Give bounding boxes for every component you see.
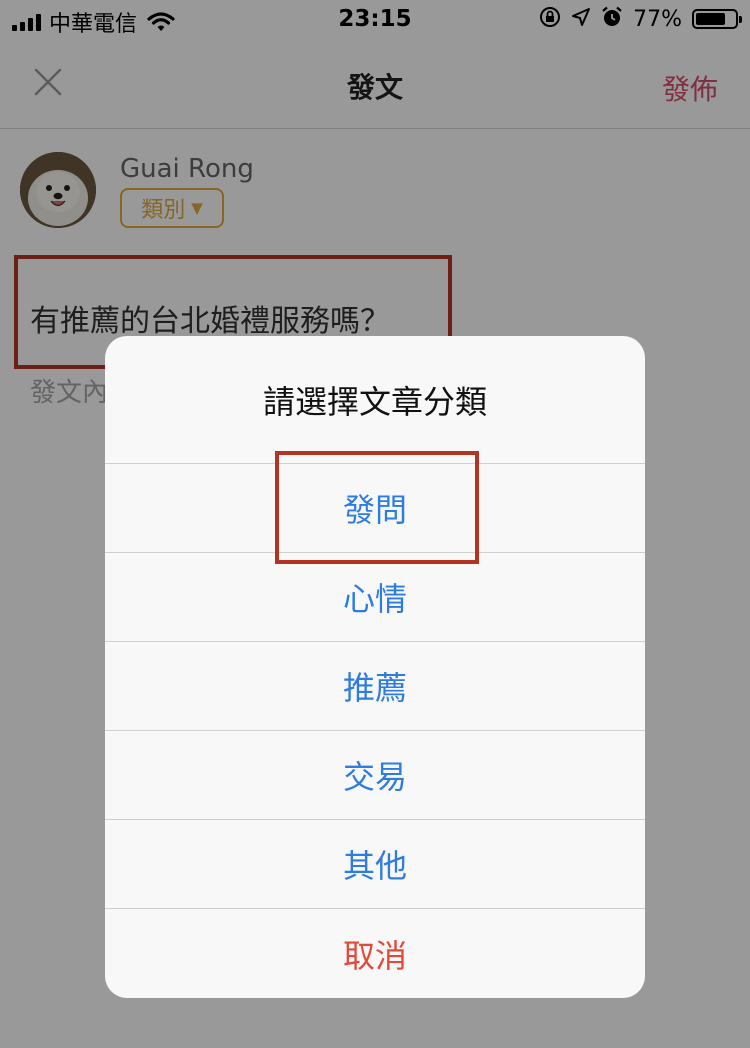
- category-action-sheet: 請選擇文章分類 發問 心情 推薦 交易 其他 取消: [105, 336, 645, 998]
- action-sheet-title: 請選擇文章分類: [105, 336, 645, 464]
- option-mood[interactable]: 心情: [105, 553, 645, 642]
- option-trade[interactable]: 交易: [105, 731, 645, 820]
- option-recommend[interactable]: 推薦: [105, 642, 645, 731]
- option-other[interactable]: 其他: [105, 820, 645, 909]
- option-highlight-box: [275, 451, 479, 564]
- cancel-button[interactable]: 取消: [105, 909, 645, 998]
